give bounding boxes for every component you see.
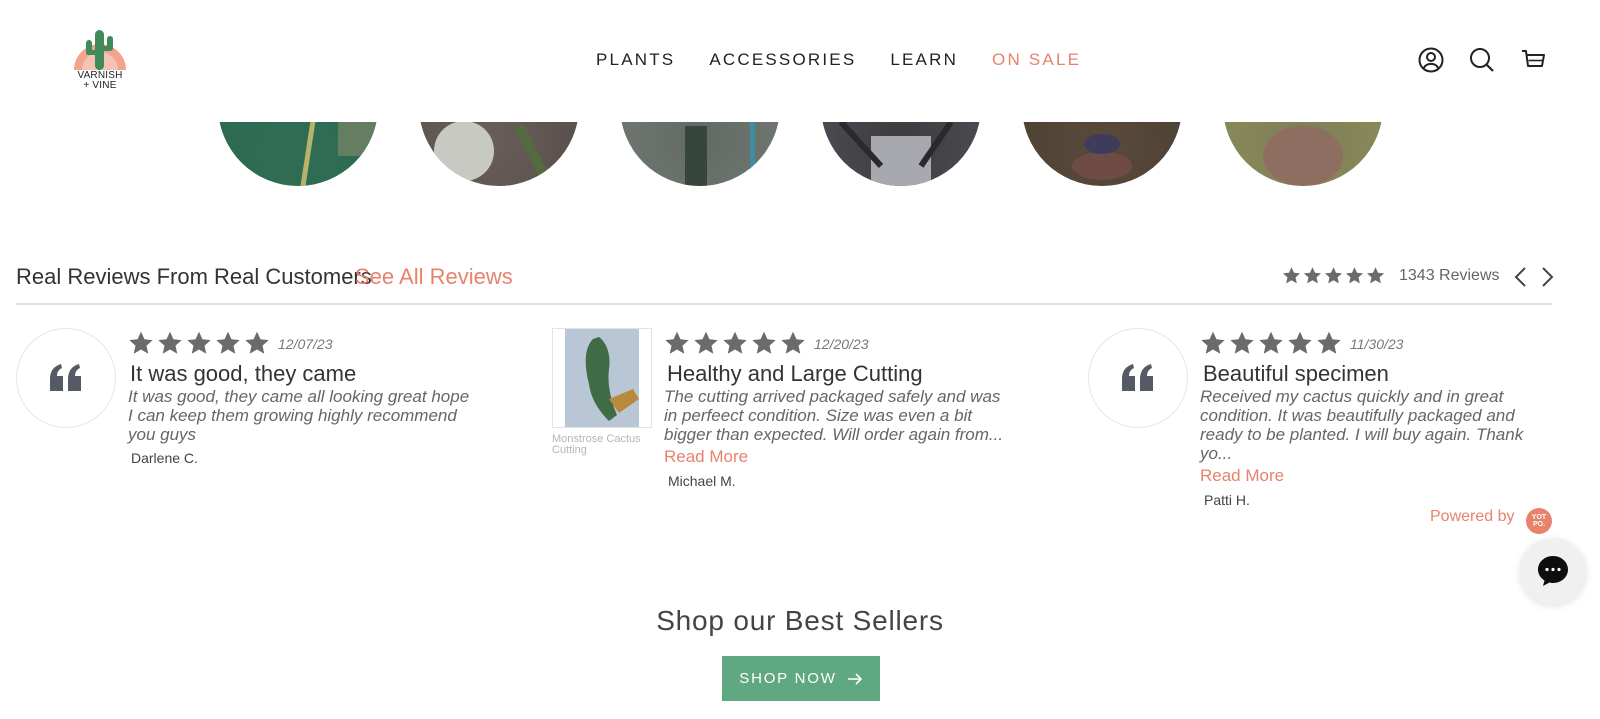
chat-icon: [1538, 556, 1568, 586]
nav-plants[interactable]: PLANTS: [596, 50, 675, 70]
logo-line-2: + VINE: [83, 80, 117, 91]
category-image-1[interactable]: [218, 122, 378, 186]
site-header: VARNISH + VINE PLANTS ACCESSORIES LEARN …: [0, 0, 1600, 122]
nav-accessories[interactable]: ACCESSORIES: [709, 50, 856, 70]
reviews-count: 1343 Reviews: [1399, 266, 1500, 284]
chevron-right-icon[interactable]: [1538, 266, 1556, 288]
review-date: 12/07/23: [278, 336, 333, 352]
star-icon: [752, 331, 776, 354]
star-icon: [187, 331, 211, 354]
star-icon: [129, 331, 153, 354]
category-image-4[interactable]: [821, 122, 981, 186]
review-photo-caption: Monstrose Cactus Cutting: [552, 433, 641, 456]
category-circles: [0, 122, 1600, 186]
star-icon: [1366, 267, 1385, 284]
powered-by-text: Powered by: [1430, 508, 1515, 525]
plant-photo-icon: [838, 122, 954, 186]
star-icon: [1317, 331, 1341, 354]
reviews-summary: 1343 Reviews: [1282, 266, 1500, 285]
category-image-6[interactable]: [1223, 122, 1383, 186]
review-author: Darlene C.: [131, 450, 198, 466]
star-icon: [216, 331, 240, 354]
read-more-link[interactable]: Read More: [1200, 466, 1284, 486]
star-icon: [1259, 331, 1283, 354]
review-body: It was good, they came all looking great…: [128, 387, 470, 444]
summary-stars: [1282, 266, 1385, 285]
star-icon: [1324, 267, 1343, 284]
review-stars: [128, 330, 270, 356]
main-nav: PLANTS ACCESSORIES LEARN ON SALE: [596, 50, 1081, 70]
reviews-divider: [16, 303, 1552, 305]
best-sellers-title: Shop our Best Sellers: [656, 605, 944, 636]
review-author: Patti H.: [1204, 492, 1250, 508]
review-title: Beautiful specimen: [1203, 361, 1389, 386]
review-stars: [1200, 330, 1342, 356]
quote-avatar: [16, 328, 116, 428]
review-title: Healthy and Large Cutting: [667, 361, 923, 386]
review-author: Michael M.: [668, 473, 736, 489]
account-icon[interactable]: [1418, 47, 1444, 73]
reviews-title: Real Reviews From Real Customers: [16, 264, 372, 289]
category-image-3[interactable]: [620, 122, 780, 186]
see-all-reviews-link[interactable]: See All Reviews: [355, 264, 513, 290]
arrow-right-icon: [847, 672, 862, 685]
plant-photo-icon: [1263, 126, 1343, 186]
quote-icon: [1122, 364, 1153, 391]
quote-icon: [50, 364, 81, 391]
star-icon: [245, 331, 269, 354]
chat-button[interactable]: [1520, 538, 1586, 604]
review-date: 11/30/23: [1350, 336, 1404, 352]
star-icon: [1282, 267, 1301, 284]
star-icon: [1201, 331, 1225, 354]
star-icon: [781, 331, 805, 354]
logo-text: VARNISH + VINE: [66, 71, 134, 91]
star-icon: [1303, 267, 1322, 284]
cactus-photo-icon: [565, 329, 639, 427]
quote-avatar: [1088, 328, 1188, 428]
cart-icon[interactable]: [1520, 47, 1546, 73]
review-photo[interactable]: [552, 328, 652, 428]
plant-photo-icon: [300, 122, 378, 186]
shop-now-button[interactable]: SHOP NOW: [722, 656, 880, 701]
star-icon: [1230, 331, 1254, 354]
category-image-2[interactable]: [419, 122, 579, 186]
star-icon: [158, 331, 182, 354]
review-body: Received my cactus quickly and in great …: [1200, 387, 1524, 463]
category-image-5[interactable]: [1022, 122, 1182, 186]
star-icon: [694, 331, 718, 354]
search-icon[interactable]: [1469, 47, 1495, 73]
review-date: 12/20/23: [814, 336, 869, 352]
star-icon: [1288, 331, 1312, 354]
review-title: It was good, they came: [130, 361, 357, 386]
nav-learn[interactable]: LEARN: [890, 50, 958, 70]
cactus-logo-icon: [74, 30, 126, 70]
read-more-link[interactable]: Read More: [664, 447, 748, 467]
yotpo-logo[interactable]: YOT PO.: [1526, 508, 1552, 534]
shop-now-label: SHOP NOW: [739, 670, 837, 687]
star-icon: [1345, 267, 1364, 284]
chevron-left-icon[interactable]: [1512, 266, 1530, 288]
plant-photo-icon: [434, 122, 554, 186]
star-icon: [665, 331, 689, 354]
plant-photo-icon: [1072, 134, 1132, 180]
nav-on-sale[interactable]: ON SALE: [992, 50, 1081, 70]
review-body: The cutting arrived packaged safely and …: [664, 387, 1004, 444]
plant-photo-icon: [685, 122, 755, 186]
star-icon: [723, 331, 747, 354]
review-stars: [664, 330, 806, 356]
